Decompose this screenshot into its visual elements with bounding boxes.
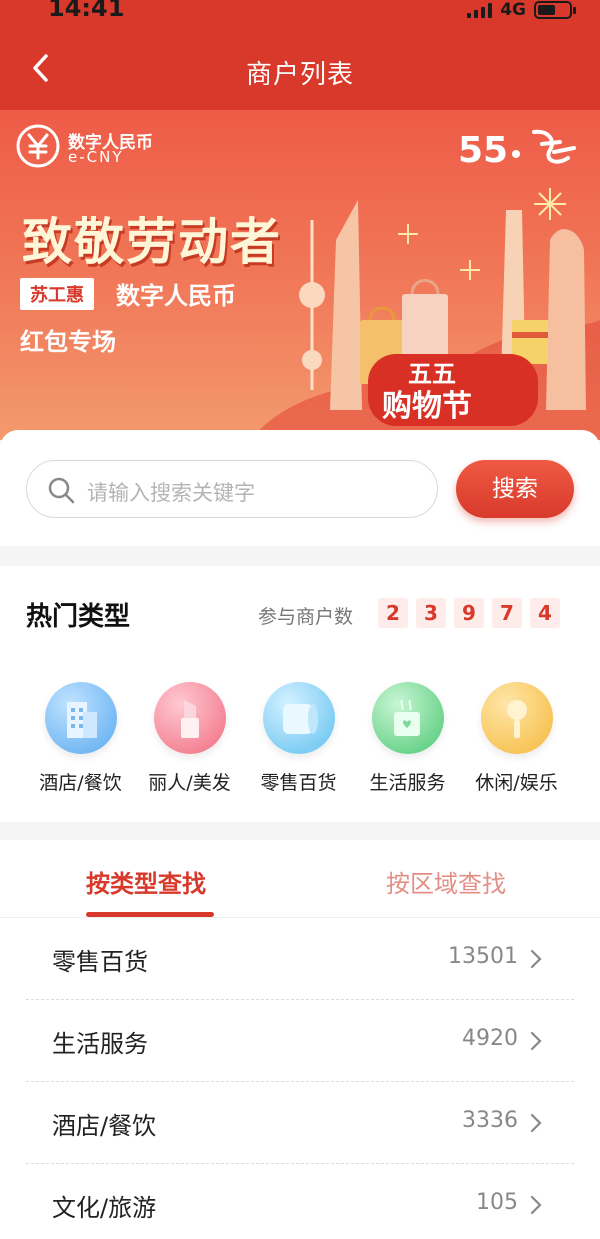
building-icon: [44, 682, 117, 754]
page-title: 商户列表: [245, 60, 354, 90]
list-item-count: 3336: [462, 1108, 518, 1133]
ecny-logo-icon: [16, 124, 60, 168]
nav-bar: 商户列表: [0, 28, 600, 110]
hot-categories-section: 热门类型 参与商户数 2 3 9 7 4 酒店/餐饮 丽人/美发 零售百货 生活…: [0, 566, 600, 822]
category-retail[interactable]: 零售百货: [244, 682, 353, 795]
tab-by-region[interactable]: 按区域查找: [386, 864, 506, 899]
category-label: 休闲/娱乐: [475, 772, 558, 794]
category-icon-row: 酒店/餐饮 丽人/美发 零售百货 生活服务 休闲/娱乐: [0, 682, 600, 795]
banner-headline: 致敬劳动者: [22, 213, 282, 271]
category-beauty-hair[interactable]: 丽人/美发: [135, 682, 244, 795]
list-item-name: 文化/旅游: [52, 1194, 157, 1222]
category-hotel-dining[interactable]: 酒店/餐饮: [26, 682, 135, 795]
svg-text:购物节: 购物节: [382, 389, 472, 424]
active-tab-indicator: [86, 912, 214, 917]
svg-text:五五: 五五: [408, 360, 456, 388]
list-item[interactable]: 文化/旅游 105: [26, 1164, 574, 1239]
lipstick-icon: [153, 682, 226, 754]
chevron-right-icon: [530, 949, 542, 969]
category-label: 酒店/餐饮: [39, 772, 122, 794]
category-leisure[interactable]: 休闲/娱乐: [462, 682, 571, 795]
banner-subtitle-1: 数字人民币: [116, 282, 236, 310]
merchant-count-digit: 9: [454, 598, 484, 628]
category-label: 生活服务: [369, 772, 446, 794]
chevron-right-icon: [530, 1031, 542, 1051]
merchant-count: 2 3 9 7 4: [378, 598, 560, 628]
list-item-name: 生活服务: [52, 1030, 148, 1058]
merchant-list-panel: 按类型查找 按区域查找 零售百货 13501 生活服务 4920 酒店/餐饮 3…: [0, 840, 600, 1239]
coffee-cup-icon: [371, 682, 444, 754]
microphone-icon: [480, 682, 553, 754]
search-mode-tabs: 按类型查找 按区域查找: [0, 840, 600, 918]
tab-by-type[interactable]: 按类型查找: [86, 864, 206, 899]
list-item-count: 105: [476, 1190, 518, 1215]
search-icon: [48, 477, 75, 504]
merchant-list-page: 14:41 4G 商户列表 数字人民币 e-CNY 55 致敬劳动者 苏工惠 数…: [0, 0, 600, 1239]
list-item-name: 酒店/餐饮: [52, 1112, 157, 1140]
list-item[interactable]: 零售百货 13501: [26, 918, 574, 1000]
category-label: 丽人/美发: [148, 772, 231, 794]
list-item-name: 零售百货: [52, 948, 148, 976]
banner-tag: 苏工惠: [20, 278, 94, 310]
partner-logo-icon: 55: [458, 129, 576, 171]
search-button[interactable]: 搜索: [456, 460, 574, 518]
status-bar: 14:41 4G: [0, 0, 600, 28]
list-item[interactable]: 生活服务 4920: [26, 1000, 574, 1082]
merchant-count-digit: 3: [416, 598, 446, 628]
battery-icon: [534, 1, 576, 19]
merchant-count-digit: 4: [530, 598, 560, 628]
promo-banner[interactable]: 数字人民币 e-CNY 55 致敬劳动者 苏工惠 数字人民币 红包专场 五五 购…: [0, 110, 600, 440]
status-time: 14:41: [48, 0, 125, 22]
ecny-logo-text-en: e-CNY: [68, 148, 124, 166]
battery-level: [538, 5, 555, 15]
festival-title-icon: 五五 购物节: [368, 354, 538, 426]
category-label: 零售百货: [260, 772, 337, 794]
search-placeholder: 请输入搜索关键字: [87, 481, 255, 505]
signal-icon: [467, 2, 493, 18]
merchant-count-digit: 7: [492, 598, 522, 628]
status-indicators: 4G: [467, 0, 576, 20]
hot-categories-title: 热门类型: [26, 602, 131, 632]
towel-roll-icon: [262, 682, 335, 754]
list-item-count: 13501: [448, 944, 518, 969]
merchant-count-label: 参与商户数: [258, 606, 354, 628]
chevron-right-icon: [530, 1195, 542, 1215]
svg-text:55: 55: [458, 130, 508, 171]
search-input[interactable]: 请输入搜索关键字: [26, 460, 438, 518]
network-type: 4G: [500, 0, 526, 20]
category-list: 零售百货 13501 生活服务 4920 酒店/餐饮 3336 文化/旅游 10…: [0, 918, 600, 1239]
list-item-count: 4920: [462, 1026, 518, 1051]
search-section: 请输入搜索关键字 搜索: [0, 430, 600, 546]
chevron-right-icon: [530, 1113, 542, 1133]
list-item[interactable]: 酒店/餐饮 3336: [26, 1082, 574, 1164]
banner-subtitle-2: 红包专场: [20, 328, 116, 356]
category-life-service[interactable]: 生活服务: [353, 682, 462, 795]
merchant-count-digit: 2: [378, 598, 408, 628]
